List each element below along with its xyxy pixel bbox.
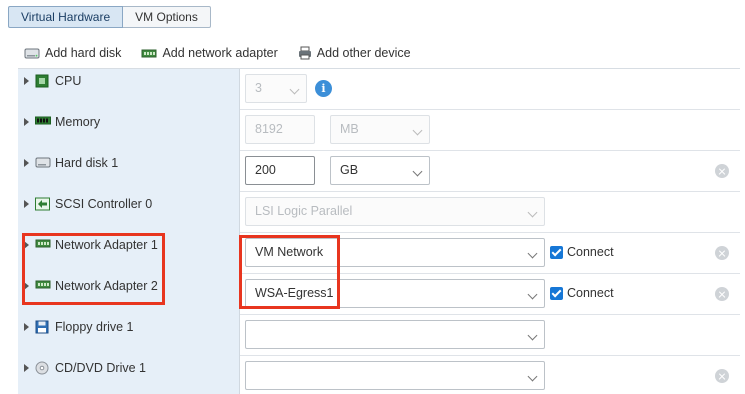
cd-dvd-drive-label: CD/DVD Drive 1 — [55, 361, 146, 375]
network-adapter-2-connect-checkbox[interactable] — [550, 287, 563, 300]
memory-size-value: 8192 — [255, 122, 283, 136]
scsi-controller-icon — [35, 197, 50, 211]
network-adapter-icon — [141, 49, 157, 57]
cpu-icon — [35, 74, 49, 88]
table-row-floppy-drive: Floppy drive 1 — [18, 315, 740, 356]
tab-vm-options[interactable]: VM Options — [123, 6, 211, 28]
hardware-table: CPU 3 i Memory 8192 MB Hard disk 1 200 G… — [18, 68, 740, 394]
floppy-drive-select[interactable] — [245, 320, 545, 349]
add-other-device-label: Add other device — [316, 46, 411, 60]
hard-disk-label: Hard disk 1 — [55, 156, 119, 170]
add-network-adapter-button[interactable]: Add network adapter — [141, 46, 278, 60]
row-label-cell[interactable]: CD/DVD Drive 1 — [18, 356, 240, 394]
cpu-count-value: 3 — [255, 81, 262, 95]
memory-icon — [35, 116, 51, 125]
chevron-down-icon — [412, 125, 423, 136]
table-row-memory: Memory 8192 MB — [18, 110, 740, 151]
expand-caret-icon[interactable] — [24, 200, 29, 208]
chevron-down-icon — [527, 248, 538, 259]
remove-device-icon[interactable] — [715, 164, 729, 178]
memory-size-input[interactable]: 8192 — [245, 115, 315, 144]
expand-caret-icon[interactable] — [24, 323, 29, 331]
row-label-cell[interactable]: Hard disk 1 — [18, 151, 240, 192]
network-adapter-1-connect-label: Connect — [567, 245, 614, 259]
table-row-cd-dvd-drive: CD/DVD Drive 1 — [18, 356, 740, 394]
row-label-cell[interactable]: Memory — [18, 110, 240, 151]
scsi-controller-label: SCSI Controller 0 — [55, 197, 153, 211]
cpu-label: CPU — [55, 74, 82, 88]
tab-bar: Virtual Hardware VM Options — [8, 6, 211, 28]
chevron-down-icon — [289, 84, 300, 95]
memory-unit-select[interactable]: MB — [330, 115, 430, 144]
memory-unit-value: MB — [340, 122, 359, 136]
add-device-toolbar: Add hard disk Add network adapter Add ot… — [24, 43, 431, 63]
remove-device-icon[interactable] — [715, 246, 729, 260]
expand-caret-icon[interactable] — [24, 364, 29, 372]
floppy-disk-icon — [35, 320, 49, 334]
chevron-down-icon — [527, 289, 538, 300]
cd-dvd-icon — [35, 361, 49, 375]
highlight-box-adapter-networks — [239, 235, 340, 309]
cpu-count-select[interactable]: 3 — [245, 74, 307, 103]
chevron-down-icon — [527, 207, 538, 218]
printer-icon — [298, 46, 311, 60]
chevron-down-icon — [412, 166, 423, 177]
add-other-device-button[interactable]: Add other device — [298, 46, 411, 60]
tab-virtual-hardware[interactable]: Virtual Hardware — [8, 6, 124, 28]
hard-disk-unit-value: GB — [340, 163, 359, 177]
hard-disk-unit-select[interactable]: GB — [330, 156, 430, 185]
chevron-down-icon — [527, 330, 538, 341]
info-icon[interactable]: i — [315, 80, 332, 97]
chevron-down-icon — [527, 371, 538, 382]
add-hard-disk-label: Add hard disk — [45, 46, 122, 60]
add-network-adapter-label: Add network adapter — [162, 46, 278, 60]
table-row-cpu: CPU 3 i — [18, 69, 740, 110]
row-label-cell[interactable]: Floppy drive 1 — [18, 315, 240, 356]
memory-label: Memory — [55, 115, 101, 129]
expand-caret-icon[interactable] — [24, 159, 29, 167]
table-row-scsi-controller: SCSI Controller 0 LSI Logic Parallel — [18, 192, 740, 233]
table-row-hard-disk-1: Hard disk 1 200 GB — [18, 151, 740, 192]
hard-disk-size-input[interactable]: 200 — [245, 156, 315, 185]
row-label-cell[interactable]: CPU — [18, 69, 240, 110]
floppy-drive-label: Floppy drive 1 — [55, 320, 134, 334]
remove-device-icon[interactable] — [715, 287, 729, 301]
hard-disk-size-value: 200 — [255, 163, 276, 177]
expand-caret-icon[interactable] — [24, 118, 29, 126]
add-hard-disk-button[interactable]: Add hard disk — [24, 46, 121, 60]
row-label-cell[interactable]: SCSI Controller 0 — [18, 192, 240, 233]
highlight-box-adapter-labels — [22, 233, 165, 305]
hard-disk-icon — [35, 157, 51, 168]
remove-device-icon[interactable] — [715, 369, 729, 383]
scsi-type-value: LSI Logic Parallel — [255, 204, 353, 218]
expand-caret-icon[interactable] — [24, 77, 29, 85]
scsi-type-select[interactable]: LSI Logic Parallel — [245, 197, 545, 226]
hard-disk-icon — [24, 48, 40, 58]
network-adapter-2-connect-label: Connect — [567, 286, 614, 300]
cd-dvd-drive-select[interactable] — [245, 361, 545, 390]
network-adapter-1-connect-checkbox[interactable] — [550, 246, 563, 259]
